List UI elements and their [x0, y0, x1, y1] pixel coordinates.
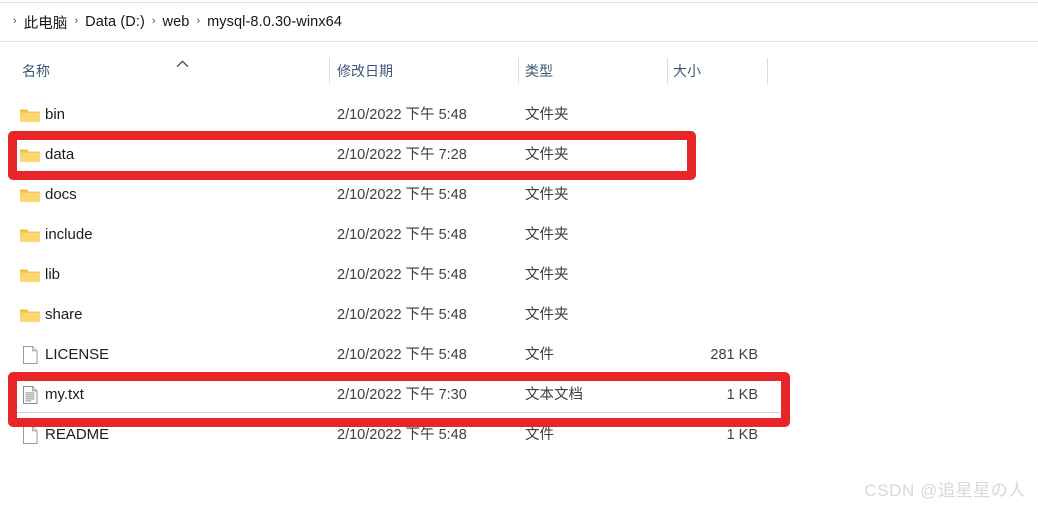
file-type: 文件夹 — [525, 187, 569, 203]
folder-icon — [19, 144, 41, 166]
file-type: 文件夹 — [525, 267, 569, 283]
file-name: my.txt — [45, 386, 84, 403]
file-size — [648, 95, 758, 135]
window-top-rule — [0, 2, 1038, 3]
file-date: 2/10/2022 下午 7:30 — [337, 387, 467, 403]
file-date: 2/10/2022 下午 7:28 — [337, 147, 467, 163]
file-size — [648, 215, 758, 255]
file-date: 2/10/2022 下午 5:48 — [337, 227, 467, 243]
file-date: 2/10/2022 下午 5:48 — [337, 307, 467, 323]
file-list[interactable]: bin 2/10/2022 下午 5:48 文件夹 data 2/10/2022 下午 … — [0, 95, 1038, 455]
table-row[interactable]: docs 2/10/2022 下午 5:48 文件夹 — [0, 175, 1038, 215]
breadcrumb-chevron-icon: › — [74, 14, 79, 27]
column-header-date[interactable]: 修改日期 — [337, 56, 393, 86]
table-row[interactable]: README 2/10/2022 下午 5:48 文件 1 KB — [0, 415, 1038, 455]
file-date: 2/10/2022 下午 5:48 — [337, 347, 467, 363]
table-row[interactable]: lib 2/10/2022 下午 5:48 文件夹 — [0, 255, 1038, 295]
file-type: 文件 — [525, 347, 554, 363]
breadcrumb-segment-0[interactable]: 此电脑 — [24, 12, 68, 33]
folder-icon — [19, 224, 41, 246]
file-name: bin — [45, 106, 66, 123]
column-header-type[interactable]: 类型 — [525, 56, 553, 86]
folder-icon — [19, 264, 41, 286]
file-date: 2/10/2022 下午 5:48 — [337, 107, 467, 123]
file-type: 文件夹 — [525, 107, 569, 123]
breadcrumb-chevron-icon: › — [196, 14, 201, 27]
breadcrumb-chevron-icon: › — [151, 14, 156, 27]
column-divider-1[interactable] — [518, 58, 519, 84]
file-name: include — [45, 226, 93, 243]
sort-ascending-icon — [176, 60, 189, 68]
file-type: 文本文档 — [525, 387, 583, 403]
table-row[interactable]: share 2/10/2022 下午 5:48 文件夹 — [0, 295, 1038, 335]
file-size — [648, 175, 758, 215]
folder-icon — [19, 184, 41, 206]
file-type: 文件 — [525, 427, 554, 443]
file-name: README — [45, 426, 110, 443]
file-size: 1 KB — [726, 427, 758, 443]
table-row[interactable]: data 2/10/2022 下午 7:28 文件夹 — [0, 135, 1038, 175]
breadcrumb[interactable]: › 此电脑 › Data (D:) › web › mysql-8.0.30-winx64 — [6, 11, 342, 33]
breadcrumb-segment-2[interactable]: web — [163, 14, 190, 30]
file-date: 2/10/2022 下午 5:48 — [337, 427, 467, 443]
column-header-size[interactable]: 大小 — [673, 56, 701, 86]
table-row[interactable]: include 2/10/2022 下午 5:48 文件夹 — [0, 215, 1038, 255]
file-name: lib — [45, 266, 61, 283]
breadcrumb-bottom-rule — [0, 41, 1038, 42]
table-row[interactable]: my.txt 2/10/2022 下午 7:30 文本文档 1 KB — [0, 375, 1038, 415]
watermark: CSDN @追星星の人 — [864, 481, 1026, 500]
table-row[interactable]: bin 2/10/2022 下午 5:48 文件夹 — [0, 95, 1038, 135]
folder-icon — [19, 304, 41, 326]
column-header-row: 名称 修改日期 类型 大小 — [0, 56, 1038, 86]
column-header-name[interactable]: 名称 — [22, 56, 50, 86]
file-size — [648, 255, 758, 295]
file-type: 文件夹 — [525, 147, 569, 163]
file-size: 1 KB — [726, 387, 758, 403]
file-name: data — [45, 146, 75, 163]
file-type: 文件夹 — [525, 307, 569, 323]
file-size — [648, 295, 758, 335]
generic-file-icon — [19, 424, 41, 446]
file-date: 2/10/2022 下午 5:48 — [337, 267, 467, 283]
column-divider-2[interactable] — [667, 58, 668, 84]
generic-file-icon — [19, 344, 41, 366]
breadcrumb-chevron-icon: › — [13, 14, 17, 27]
file-name: LICENSE — [45, 346, 110, 363]
text-document-icon — [19, 384, 41, 406]
breadcrumb-segment-1[interactable]: Data (D:) — [85, 14, 145, 30]
table-row[interactable]: LICENSE 2/10/2022 下午 5:48 文件 281 KB — [0, 335, 1038, 375]
file-name: share — [45, 306, 83, 323]
file-size — [648, 135, 758, 175]
file-size: 281 KB — [710, 347, 758, 363]
column-divider-3[interactable] — [767, 58, 768, 84]
column-divider-0[interactable] — [329, 58, 330, 84]
breadcrumb-segment-3[interactable]: mysql-8.0.30-winx64 — [207, 14, 342, 30]
file-type: 文件夹 — [525, 227, 569, 243]
file-name: docs — [45, 186, 77, 203]
file-date: 2/10/2022 下午 5:48 — [337, 187, 467, 203]
folder-icon — [19, 104, 41, 126]
